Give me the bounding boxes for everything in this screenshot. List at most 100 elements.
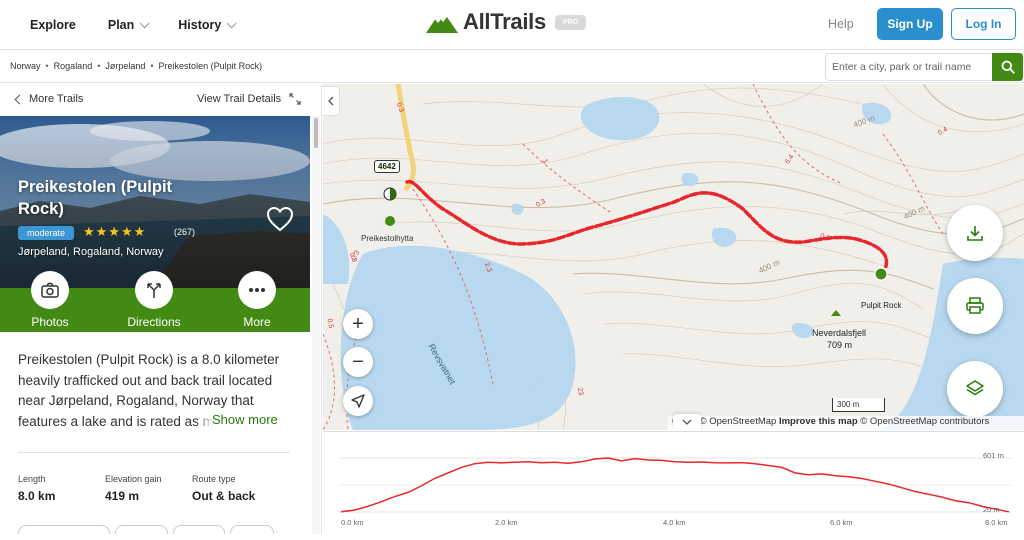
- peak-label[interactable]: Neverdalsfjell: [812, 328, 866, 338]
- heart-icon[interactable]: [266, 206, 294, 232]
- layers-icon: [966, 380, 984, 396]
- osm-contributors-link[interactable]: © OpenStreetMap contributors: [860, 416, 989, 427]
- nav-history[interactable]: History: [178, 17, 237, 32]
- trailhead-label[interactable]: Preikestolhytta: [361, 234, 413, 243]
- directions-circle: [135, 271, 173, 309]
- x-axis-label: 6.0 km: [830, 518, 853, 527]
- elevation-max-label: 601 m: [983, 451, 1004, 460]
- download-button[interactable]: [947, 205, 1003, 261]
- minus-icon: −: [352, 350, 364, 373]
- photos-button[interactable]: Photos: [15, 271, 85, 329]
- breadcrumb-current: Preikestolen (Pulpit Rock): [158, 61, 263, 71]
- alltrails-logo[interactable]: AllTrails PRO: [426, 9, 587, 35]
- peak-elevation-label: 709 m: [827, 340, 853, 350]
- chevron-left-icon: [327, 96, 333, 106]
- zoom-out-button[interactable]: −: [343, 347, 373, 377]
- map-layers-button[interactable]: [947, 361, 1003, 417]
- trail-panel: More Trails View Trail Details Preikesto…: [0, 84, 322, 534]
- locate-button[interactable]: [343, 386, 373, 416]
- view-trail-details-link[interactable]: View Trail Details: [197, 93, 301, 105]
- plus-icon: +: [352, 312, 364, 335]
- download-icon: [967, 226, 983, 241]
- breadcrumb-separator: •: [150, 61, 154, 71]
- breadcrumb-rogaland[interactable]: Rogaland: [54, 61, 93, 71]
- stat-elevation: Elevation gain 419 m: [105, 474, 162, 503]
- rating-count[interactable]: (267): [174, 227, 195, 237]
- breadcrumb: Norway • Rogaland • Jørpeland • Preikest…: [10, 61, 262, 71]
- trail-distance-label: 0.5: [325, 318, 335, 329]
- chevron-left-icon: [14, 94, 25, 104]
- logo-text: AllTrails: [463, 9, 546, 34]
- nav-plan[interactable]: Plan: [107, 17, 150, 32]
- nav-history-label: History: [178, 18, 222, 32]
- photos-label: Photos: [31, 315, 69, 329]
- more-circle: [238, 271, 276, 309]
- panel-header: More Trails View Trail Details: [0, 84, 321, 116]
- breadcrumb-separator: •: [97, 61, 101, 71]
- directions-label: Directions: [127, 315, 181, 329]
- pulpit-rock-label[interactable]: Pulpit Rock: [861, 301, 901, 310]
- x-axis-label: 2.0 km: [495, 518, 518, 527]
- more-label: More: [243, 315, 271, 329]
- expand-icon: [289, 93, 301, 105]
- osm-link[interactable]: © OpenStreetMap: [700, 416, 777, 427]
- chevron-down-icon: [682, 419, 692, 425]
- trail-distance-label: 23: [575, 387, 585, 396]
- nav-explore[interactable]: Explore: [30, 18, 76, 32]
- stat-label: Route type: [192, 474, 236, 484]
- more-button[interactable]: More: [222, 271, 292, 329]
- search-button[interactable]: [992, 53, 1023, 81]
- printer-icon: [966, 297, 984, 314]
- camera-icon: [41, 282, 59, 298]
- collapse-panel-button[interactable]: [322, 86, 340, 116]
- divider: [18, 452, 290, 453]
- search-icon: [1001, 60, 1015, 74]
- improve-map-link[interactable]: Improve this map: [779, 416, 858, 427]
- more-trails-link[interactable]: More Trails: [14, 93, 83, 105]
- trail-hero-image: Preikestolen (Pulpit Rock) moderate ★★★★…: [0, 116, 310, 288]
- show-more-link[interactable]: Show more: [196, 412, 278, 427]
- signup-button[interactable]: Sign Up: [877, 8, 943, 40]
- topo-map: [323, 84, 1024, 430]
- chevron-down-icon: [227, 17, 237, 28]
- print-button[interactable]: [947, 278, 1003, 334]
- directions-button[interactable]: Directions: [119, 271, 189, 329]
- elevation-toggle[interactable]: [673, 414, 701, 430]
- action-bar: Photos Directions More: [0, 271, 310, 332]
- road-number-label: 4642: [374, 160, 400, 173]
- tag-pill[interactable]: [115, 525, 168, 534]
- star-rating: ★★★★★: [83, 224, 147, 239]
- breadcrumb-separator: •: [45, 61, 49, 71]
- stat-length: Length 8.0 km: [18, 474, 55, 503]
- trail-map[interactable]: 4642 Preikestolhytta Pulpit Rock Neverda…: [323, 84, 1024, 430]
- breadcrumb-norway[interactable]: Norway: [10, 61, 41, 71]
- panel-scrollbar[interactable]: [312, 116, 320, 534]
- location-arrow-icon: [351, 394, 365, 408]
- map-scale-bar: 300 m: [832, 398, 885, 412]
- trail-location[interactable]: Jørpeland, Rogaland, Norway: [18, 246, 164, 258]
- ellipsis-icon: [249, 288, 265, 292]
- login-button[interactable]: Log In: [951, 8, 1016, 40]
- primary-nav: Explore Plan History: [30, 0, 237, 50]
- nav-plan-label: Plan: [107, 18, 135, 32]
- mountain-logo-icon: [426, 15, 458, 33]
- pro-badge[interactable]: PRO: [554, 14, 587, 30]
- tag-pill[interactable]: [173, 525, 225, 534]
- stat-value: Out & back: [192, 489, 256, 503]
- tag-pill[interactable]: [230, 525, 274, 534]
- elevation-chart[interactable]: 601 m 20 m 0.0 km 2.0 km 4.0 km 6.0 km 8…: [323, 431, 1024, 534]
- map-attribution: © box © OpenStreetMap Improve this map ©…: [668, 416, 1024, 430]
- stat-value: 8.0 km: [18, 489, 56, 503]
- photos-circle: [31, 271, 69, 309]
- scrollbar-thumb[interactable]: [314, 118, 318, 148]
- nav-explore-label: Explore: [30, 18, 76, 32]
- tag-pill[interactable]: [18, 525, 110, 534]
- breadcrumb-jorpeland[interactable]: Jørpeland: [105, 61, 145, 71]
- stat-value: 419 m: [105, 489, 140, 503]
- search-input[interactable]: [826, 54, 991, 80]
- help-link[interactable]: Help: [828, 17, 854, 31]
- stat-label: Length: [18, 474, 46, 484]
- zoom-in-button[interactable]: +: [343, 309, 373, 339]
- stat-label: Elevation gain: [105, 474, 162, 484]
- x-axis-label: 4.0 km: [663, 518, 686, 527]
